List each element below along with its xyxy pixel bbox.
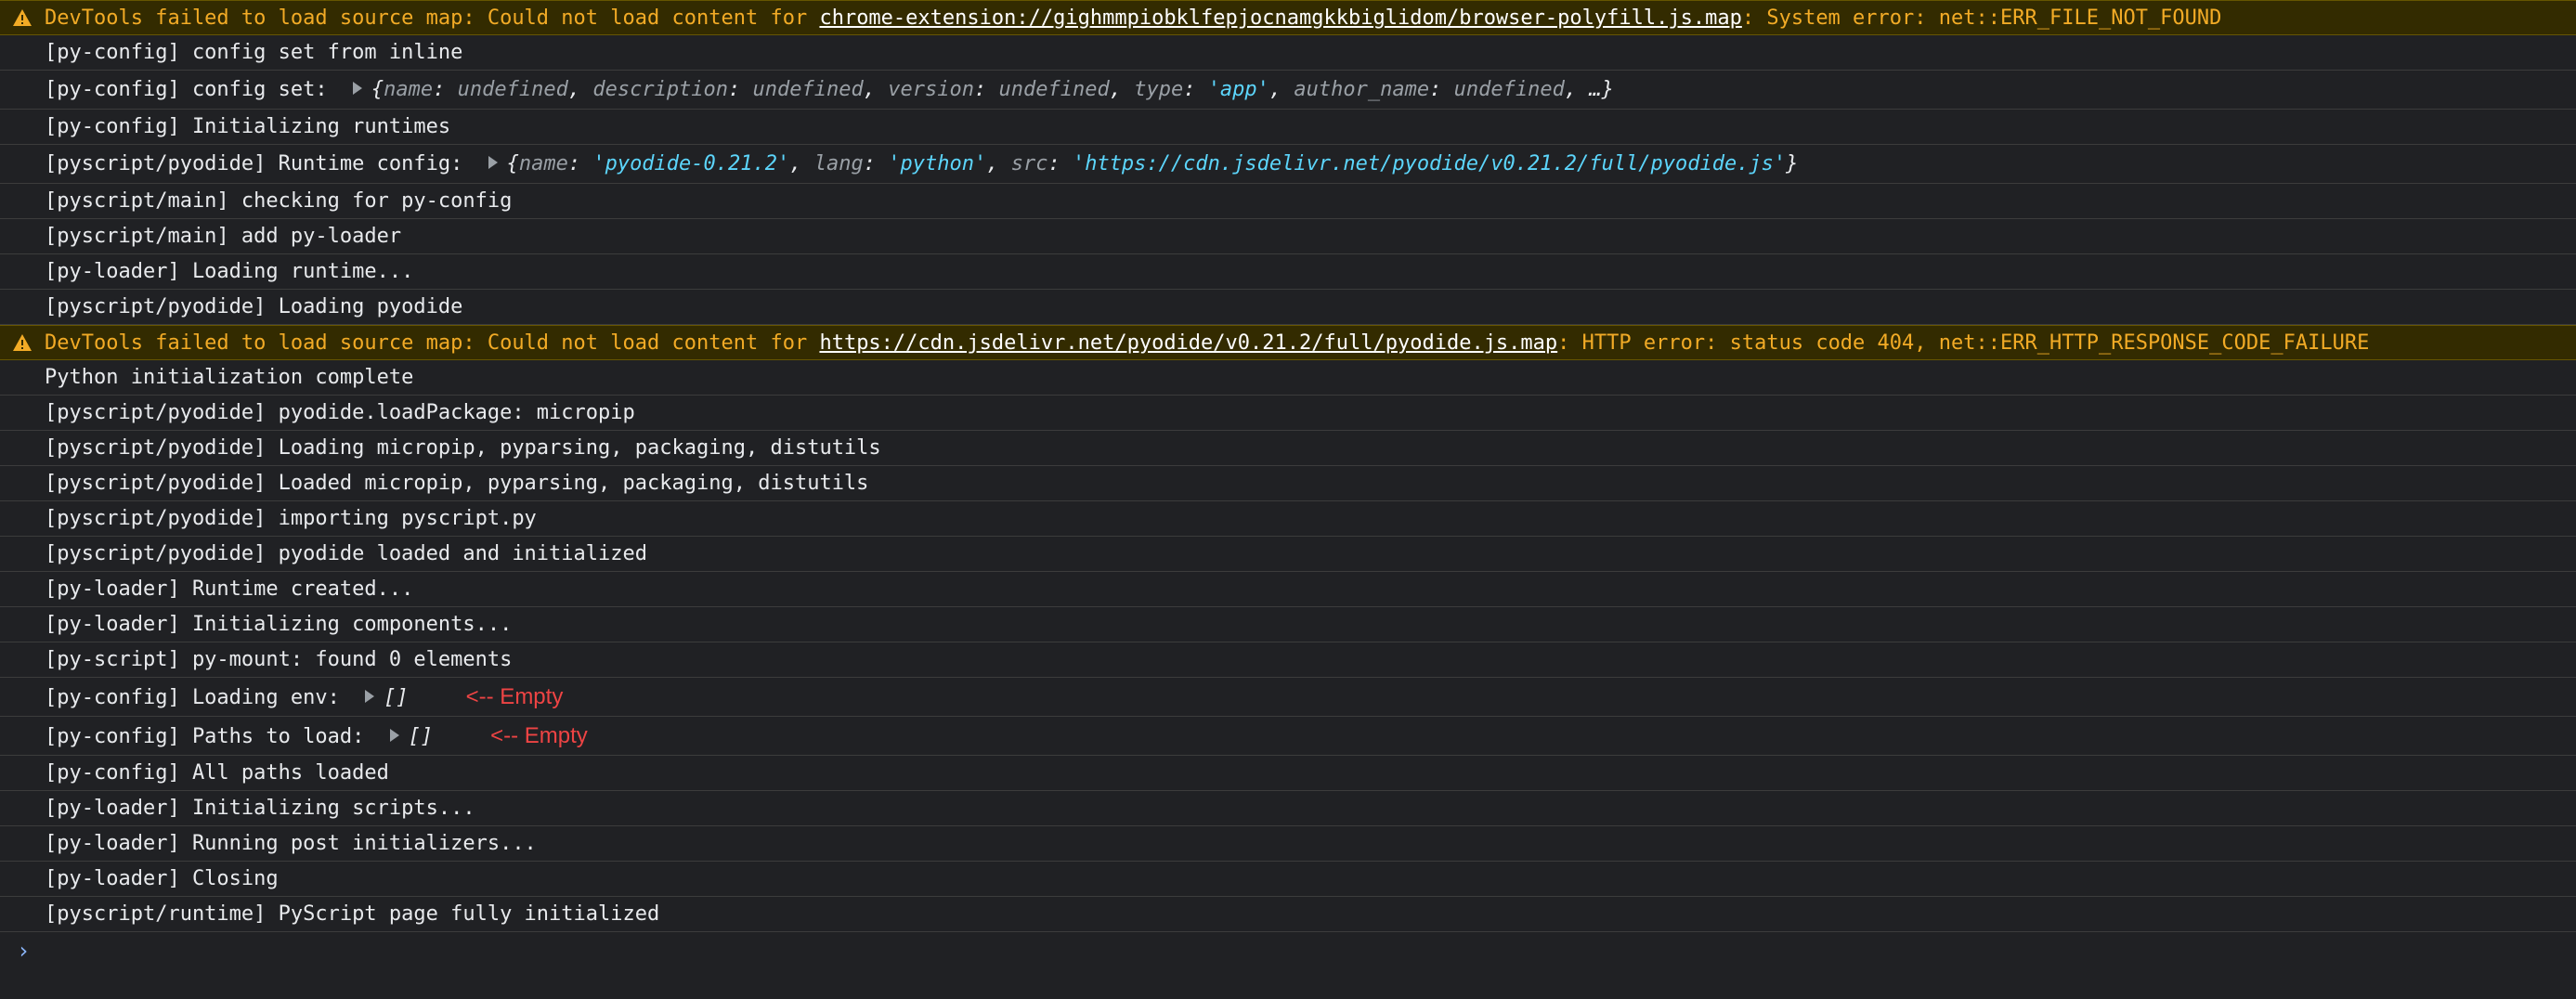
console-log-row: [py-loader] Initializing scripts...: [0, 791, 2576, 826]
console-log-row: [pyscript/pyodide] pyodide.loadPackage: …: [0, 396, 2576, 431]
annotation-note: <-- Empty: [490, 723, 588, 748]
log-text: [pyscript/main] checking for py-config: [45, 189, 513, 213]
console-log-row: [pyscript/pyodide] pyodide loaded and in…: [0, 537, 2576, 572]
array-preview[interactable]: []: [384, 686, 409, 709]
devtools-console: DevTools failed to load source map: Coul…: [0, 0, 2576, 999]
console-log-row: [py-loader] Loading runtime...: [0, 254, 2576, 290]
warning-text-suffix: : HTTP error: status code 404, net::ERR_…: [1557, 331, 2370, 355]
warning-icon: [11, 1, 33, 34]
array-preview[interactable]: []: [409, 725, 434, 748]
console-log-row: [pyscript/pyodide] Loading pyodide: [0, 290, 2576, 325]
annotation-note: <-- Empty: [465, 684, 564, 709]
console-log-row: [py-loader] Runtime created...: [0, 572, 2576, 607]
log-text: [py-config] config set from inline: [45, 41, 463, 64]
console-log-row: [py-config] config set from inline: [0, 35, 2576, 71]
log-text: [py-config] Loading env:: [45, 686, 353, 709]
console-log-row: [pyscript/pyodide] Runtime config: {name…: [0, 145, 2576, 184]
source-map-link[interactable]: https://cdn.jsdelivr.net/pyodide/v0.21.2…: [819, 331, 1557, 355]
log-text: [py-loader] Closing: [45, 867, 279, 890]
console-log-row: [pyscript/pyodide] Loaded micropip, pypa…: [0, 466, 2576, 501]
prompt-chevron-icon: ›: [17, 938, 31, 964]
console-log-row: [pyscript/pyodide] Loading micropip, pyp…: [0, 431, 2576, 466]
console-log-row: [py-loader] Initializing components...: [0, 607, 2576, 642]
log-text: [py-loader] Initializing components...: [45, 613, 513, 636]
console-log-row: [py-loader] Running post initializers...: [0, 826, 2576, 862]
log-text: [pyscript/pyodide] Runtime config:: [45, 152, 475, 175]
console-input[interactable]: [45, 932, 2557, 969]
object-preview[interactable]: {name: 'pyodide-0.21.2', lang: 'python',…: [507, 152, 1799, 175]
log-text: [pyscript/pyodide] Loading pyodide: [45, 295, 463, 318]
log-text: Python initialization complete: [45, 366, 414, 389]
warning-text-suffix: : System error: net::ERR_FILE_NOT_FOUND: [1741, 6, 2222, 30]
log-text: [py-loader] Loading runtime...: [45, 260, 414, 283]
log-text: [py-config] Initializing runtimes: [45, 115, 451, 138]
expand-triangle-icon[interactable]: [488, 156, 498, 169]
console-log-row: [pyscript/runtime] PyScript page fully i…: [0, 897, 2576, 932]
console-log-row: [py-config] config set: {name: undefined…: [0, 71, 2576, 110]
log-text: [py-loader] Initializing scripts...: [45, 797, 475, 820]
warning-text-prefix: DevTools failed to load source map: Coul…: [45, 331, 820, 355]
console-log-row: [py-config] Loading env: [] <-- Empty: [0, 678, 2576, 717]
log-text: [pyscript/pyodide] pyodide.loadPackage: …: [45, 401, 635, 424]
log-text: [pyscript/pyodide] pyodide loaded and in…: [45, 542, 648, 565]
log-text: [pyscript/pyodide] importing pyscript.py: [45, 507, 537, 530]
console-prompt: ›: [0, 932, 2576, 969]
log-text: [py-loader] Runtime created...: [45, 577, 414, 601]
console-warning-row: DevTools failed to load source map: Coul…: [0, 325, 2576, 360]
source-map-link[interactable]: chrome-extension://gighmmpiobklfepjocnam…: [819, 6, 1741, 30]
log-text: [py-loader] Running post initializers...: [45, 832, 537, 855]
log-text: [pyscript/pyodide] Loading micropip, pyp…: [45, 436, 881, 460]
expand-triangle-icon[interactable]: [365, 690, 375, 703]
console-log-row: [py-script] py-mount: found 0 elements: [0, 642, 2576, 678]
warning-icon: [11, 326, 33, 359]
console-warning-row: DevTools failed to load source map: Coul…: [0, 0, 2576, 35]
object-preview[interactable]: {name: undefined, description: undefined…: [371, 78, 1614, 101]
log-text: [pyscript/main] add py-loader: [45, 225, 402, 248]
console-log-row: [pyscript/main] add py-loader: [0, 219, 2576, 254]
log-text: [pyscript/runtime] PyScript page fully i…: [45, 902, 660, 926]
log-text: [py-config] Paths to load:: [45, 725, 377, 748]
log-text: [pyscript/pyodide] Loaded micropip, pypa…: [45, 472, 869, 495]
warning-text-prefix: DevTools failed to load source map: Coul…: [45, 6, 820, 30]
console-log-row: [py-config] All paths loaded: [0, 756, 2576, 791]
console-log-row: [py-config] Paths to load: [] <-- Empty: [0, 717, 2576, 756]
console-log-row: [pyscript/pyodide] importing pyscript.py: [0, 501, 2576, 537]
console-log-row: [pyscript/main] checking for py-config: [0, 184, 2576, 219]
expand-triangle-icon[interactable]: [389, 729, 399, 742]
log-text: [py-config] All paths loaded: [45, 761, 389, 785]
log-text: [py-script] py-mount: found 0 elements: [45, 648, 513, 671]
console-log-row: Python initialization complete: [0, 360, 2576, 396]
console-log-row: [py-config] Initializing runtimes: [0, 110, 2576, 145]
console-log-row: [py-loader] Closing: [0, 862, 2576, 897]
log-text: [py-config] config set:: [45, 78, 340, 101]
expand-triangle-icon[interactable]: [352, 82, 362, 95]
